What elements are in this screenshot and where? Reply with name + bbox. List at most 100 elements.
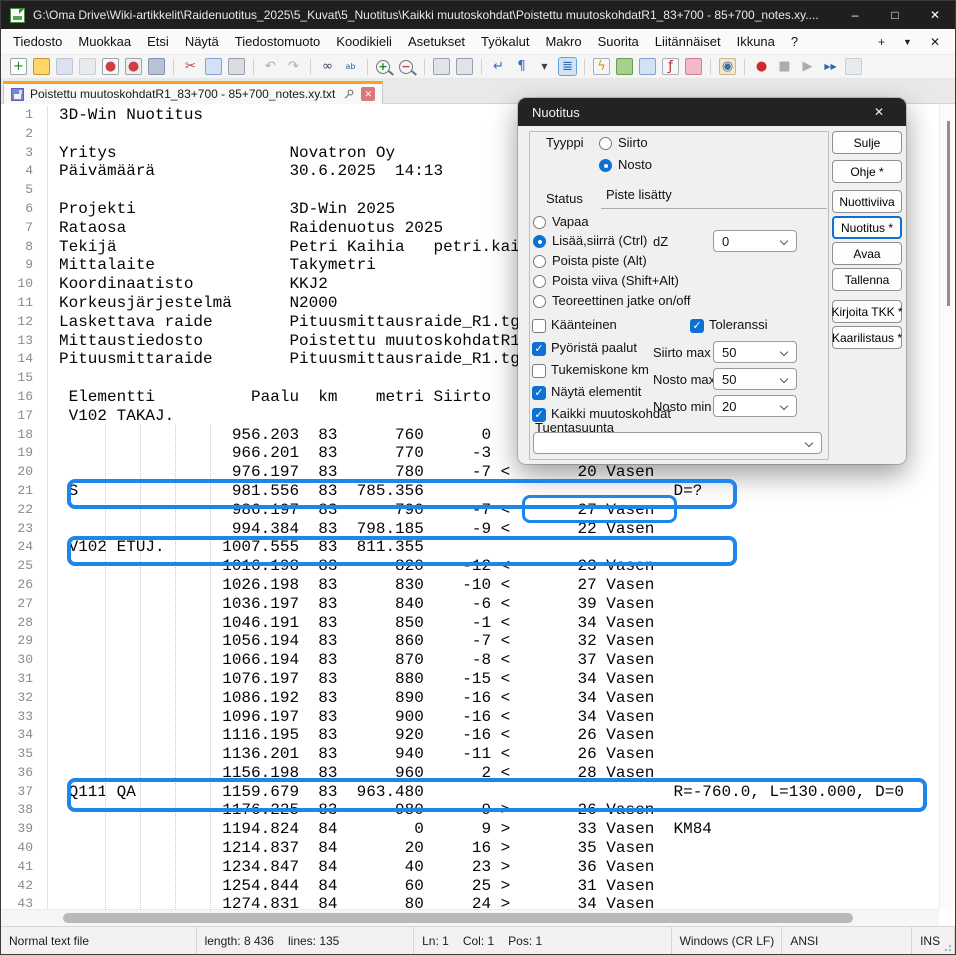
nayta-elementit-checkbox[interactable] bbox=[532, 386, 546, 400]
macro-record-icon[interactable]: ● bbox=[753, 58, 770, 75]
macro-run-multiple-icon[interactable]: ▶▶ bbox=[822, 58, 839, 75]
macro-save-icon[interactable] bbox=[845, 58, 862, 75]
save-all-icon[interactable] bbox=[79, 58, 96, 75]
line-text[interactable]: 986.197 83 790 -7 < 27 Vasen bbox=[47, 501, 939, 520]
menu-item-työkalut[interactable]: Työkalut bbox=[473, 29, 537, 55]
menu-item-makro[interactable]: Makro bbox=[537, 29, 589, 55]
poista-piste-radio[interactable] bbox=[533, 255, 546, 268]
zoom-in-icon[interactable]: + bbox=[376, 60, 390, 74]
find-icon[interactable]: ∞ bbox=[319, 58, 336, 75]
close-button[interactable]: ✕ bbox=[915, 1, 955, 29]
editor-line[interactable]: 21 S 981.556 83 785.356 D=? bbox=[1, 482, 939, 501]
line-text[interactable]: 1136.201 83 940 -11 < 26 Vasen bbox=[47, 745, 939, 764]
line-text[interactable]: 1274.831 84 80 24 > 34 Vasen bbox=[47, 895, 939, 909]
editor-line[interactable]: 32 1086.192 83 890 -16 < 34 Vasen bbox=[1, 689, 939, 708]
editor-line[interactable]: 35 1136.201 83 940 -11 < 26 Vasen bbox=[1, 745, 939, 764]
nosto-radio[interactable] bbox=[599, 159, 612, 172]
close-file-icon[interactable]: ● bbox=[102, 58, 119, 75]
sync-vertical-scroll-icon[interactable] bbox=[433, 58, 450, 75]
line-text[interactable]: 1234.847 84 40 23 > 36 Vasen bbox=[47, 858, 939, 877]
line-text[interactable]: 1026.198 83 830 -10 < 27 Vasen bbox=[47, 576, 939, 595]
editor-line[interactable]: 40 1214.837 84 20 16 > 35 Vasen bbox=[1, 839, 939, 858]
dz-combo[interactable]: 0 bbox=[713, 230, 797, 252]
editor-line[interactable]: 29 1056.194 83 860 -7 < 32 Vasen bbox=[1, 632, 939, 651]
vertical-scrollbar-thumb[interactable] bbox=[947, 121, 950, 306]
line-text[interactable]: S 981.556 83 785.356 D=? bbox=[47, 482, 939, 501]
document-list-icon[interactable] bbox=[639, 58, 656, 75]
line-text[interactable]: 1156.198 83 960 2 < 28 Vasen bbox=[47, 764, 939, 783]
nuotitus-button[interactable]: Nuotitus * bbox=[832, 216, 902, 239]
menu-item-muokkaa[interactable]: Muokkaa bbox=[70, 29, 139, 55]
lightning-doc-icon[interactable]: ϟ bbox=[593, 58, 610, 75]
new-tab-plus-icon[interactable]: + bbox=[869, 35, 894, 49]
editor-line[interactable]: 33 1096.197 83 900 -16 < 34 Vasen bbox=[1, 708, 939, 727]
kaanteinen-checkbox[interactable] bbox=[532, 319, 546, 333]
menu-item-koodikieli[interactable]: Koodikieli bbox=[328, 29, 400, 55]
line-text[interactable]: Q111 QA 1159.679 83 963.480 R=-760.0, L=… bbox=[47, 783, 939, 802]
line-text[interactable]: 1214.837 84 20 16 > 35 Vasen bbox=[47, 839, 939, 858]
editor-line[interactable]: 23 994.384 83 798.185 -9 < 22 Vasen bbox=[1, 520, 939, 539]
toleranssi-checkbox[interactable] bbox=[690, 319, 704, 333]
sync-horizontal-scroll-icon[interactable] bbox=[456, 58, 473, 75]
undo-icon[interactable]: ↶ bbox=[262, 58, 279, 75]
line-text[interactable]: 1056.194 83 860 -7 < 32 Vasen bbox=[47, 632, 939, 651]
line-text[interactable]: 1116.195 83 920 -16 < 26 Vasen bbox=[47, 726, 939, 745]
insert-mode[interactable]: INS bbox=[920, 934, 940, 948]
show-all-characters-icon[interactable]: ¶ bbox=[513, 58, 530, 75]
line-text[interactable]: 976.197 83 780 -7 < 20 Vasen bbox=[47, 463, 939, 482]
monitoring-eye-icon[interactable]: ◉ bbox=[719, 58, 736, 75]
macro-stop-icon[interactable]: ■ bbox=[776, 58, 793, 75]
encoding[interactable]: ANSI bbox=[790, 934, 818, 948]
active-tab[interactable]: Poistettu muutoskohdatR1_83+700 - 85+700… bbox=[3, 81, 383, 104]
close-tab-icon[interactable]: ✕ bbox=[921, 35, 949, 49]
siirto-radio[interactable] bbox=[599, 137, 612, 150]
function-list-icon[interactable]: ƒ bbox=[662, 58, 679, 75]
copy-icon[interactable] bbox=[205, 58, 222, 75]
editor-line[interactable]: 36 1156.198 83 960 2 < 28 Vasen bbox=[1, 764, 939, 783]
menu-item-etsi[interactable]: Etsi bbox=[139, 29, 177, 55]
line-text[interactable]: 1086.192 83 890 -16 < 34 Vasen bbox=[47, 689, 939, 708]
line-text[interactable]: 1176.225 83 980 9 > 26 Vasen bbox=[47, 801, 939, 820]
ohje-button[interactable]: Ohje * bbox=[832, 160, 902, 183]
minimize-button[interactable]: – bbox=[835, 1, 875, 29]
editor-line[interactable]: 42 1254.844 84 60 25 > 31 Vasen bbox=[1, 877, 939, 896]
pin-icon[interactable] bbox=[343, 88, 355, 100]
word-wrap-icon[interactable]: ↵ bbox=[490, 58, 507, 75]
tuentasuunta-combo[interactable] bbox=[533, 432, 822, 454]
indent-guide-icon[interactable]: ≣ bbox=[559, 58, 576, 75]
nosto-max-combo[interactable]: 50 bbox=[713, 368, 797, 390]
sulje-button[interactable]: Sulje bbox=[832, 131, 902, 154]
new-file-icon[interactable]: + bbox=[10, 58, 27, 75]
nosto-min-combo[interactable]: 20 bbox=[713, 395, 797, 417]
resize-grip[interactable] bbox=[944, 944, 952, 952]
editor-line[interactable]: 38 1176.225 83 980 9 > 26 Vasen bbox=[1, 801, 939, 820]
line-text[interactable]: 1194.824 84 0 9 > 33 Vasen KM84 bbox=[47, 820, 939, 839]
line-text[interactable]: V102 ETUJ. 1007.555 83 811.355 bbox=[47, 538, 939, 557]
replace-icon[interactable]: ab bbox=[342, 58, 359, 75]
close-all-icon[interactable]: ● bbox=[125, 58, 142, 75]
editor-line[interactable]: 22 986.197 83 790 -7 < 27 Vasen bbox=[1, 501, 939, 520]
print-icon[interactable] bbox=[148, 58, 165, 75]
menu-item-näytä[interactable]: Näytä bbox=[177, 29, 227, 55]
editor-line[interactable]: 25 1016.198 83 820 -12 < 23 Vasen bbox=[1, 557, 939, 576]
editor-line[interactable]: 30 1066.194 83 870 -8 < 37 Vasen bbox=[1, 651, 939, 670]
folder-workspace-icon[interactable] bbox=[685, 58, 702, 75]
cut-icon[interactable]: ✂ bbox=[182, 58, 199, 75]
dialog-title-bar[interactable]: Nuotitus bbox=[518, 98, 906, 126]
tukemiskone-checkbox[interactable] bbox=[532, 364, 546, 378]
menu-item-ikkuna[interactable]: Ikkuna bbox=[729, 29, 783, 55]
line-text[interactable]: 1254.844 84 60 25 > 31 Vasen bbox=[47, 877, 939, 896]
editor-line[interactable]: 41 1234.847 84 40 23 > 36 Vasen bbox=[1, 858, 939, 877]
zoom-out-icon[interactable]: − bbox=[399, 60, 413, 74]
menu-item-liitännäiset[interactable]: Liitännäiset bbox=[647, 29, 729, 55]
redo-icon[interactable]: ↷ bbox=[285, 58, 302, 75]
line-text[interactable]: 1076.197 83 880 -15 < 34 Vasen bbox=[47, 670, 939, 689]
menu-item-tiedostomuoto[interactable]: Tiedostomuoto bbox=[227, 29, 329, 55]
kirjoita-tkk-button[interactable]: Kirjoita TKK * bbox=[832, 300, 902, 323]
editor-line[interactable]: 20 976.197 83 780 -7 < 20 Vasen bbox=[1, 463, 939, 482]
editor-line[interactable]: 43 1274.831 84 80 24 > 34 Vasen bbox=[1, 895, 939, 909]
vapaa-radio[interactable] bbox=[533, 216, 546, 229]
line-text[interactable]: 1046.191 83 850 -1 < 34 Vasen bbox=[47, 614, 939, 633]
tab-list-chevron-icon[interactable]: ▼ bbox=[894, 37, 921, 47]
kaarilistaus-button[interactable]: Kaarilistaus * bbox=[832, 326, 902, 349]
